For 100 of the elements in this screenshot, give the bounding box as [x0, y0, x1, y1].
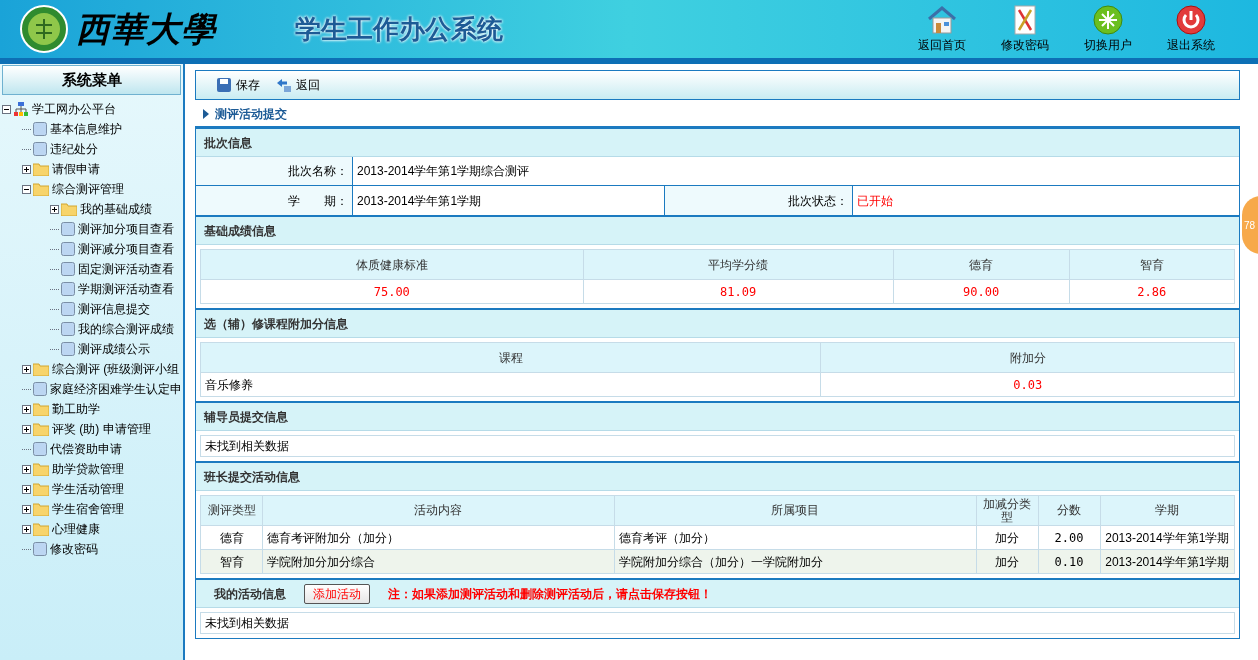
tree-item[interactable]: 我的综合测评成绩 — [78, 320, 174, 338]
tree-item[interactable]: 我的基础成绩 — [80, 200, 152, 218]
save-reminder-note: 注：如果添加测评活动和删除测评活动后，请点击保存按钮！ — [388, 585, 712, 603]
header-nav-button[interactable]: 返回首页 — [914, 4, 969, 54]
tree-item[interactable]: 助学贷款管理 — [52, 460, 124, 478]
tree-item[interactable]: 测评信息提交 — [78, 300, 150, 318]
table-cell: 0.03 — [820, 372, 1235, 397]
tree-item[interactable]: 学生宿舍管理 — [52, 500, 124, 518]
empty-message: 未找到相关数据 — [200, 612, 1235, 634]
folder-icon — [33, 362, 49, 376]
field-label: 批次状态： — [665, 186, 853, 215]
page-icon — [61, 222, 75, 236]
page-icon — [33, 442, 47, 456]
section-header: 辅导员提交信息 — [196, 401, 1239, 431]
tree-item[interactable]: 评奖 (助) 申请管理 — [52, 420, 151, 438]
page-icon — [33, 542, 47, 556]
back-arrow-icon — [276, 77, 292, 93]
table-cell: 2.00 — [1038, 525, 1101, 550]
tree-item[interactable]: 勤工助学 — [52, 400, 100, 418]
tree-item[interactable]: 请假申请 — [52, 160, 100, 178]
expand-toggle[interactable] — [22, 464, 31, 474]
page-icon — [33, 142, 47, 156]
section-header: 班长提交活动信息 — [196, 461, 1239, 491]
table-cell: 德育考评附加分（加分） — [262, 525, 615, 550]
field-label: 批次名称： — [196, 157, 353, 186]
column-header: 学期 — [1100, 495, 1235, 526]
table-cell: 德育考评（加分） — [614, 525, 976, 550]
folder-icon — [33, 422, 49, 436]
tree-item[interactable]: 代偿资助申请 — [50, 440, 122, 458]
page-icon — [33, 122, 47, 136]
page-icon — [61, 342, 75, 356]
tree-item[interactable]: 测评加分项目查看 — [78, 220, 174, 238]
page-icon — [61, 262, 75, 276]
header-nav-button[interactable]: 切换用户 — [1080, 4, 1135, 54]
page-icon — [61, 322, 75, 336]
field-label: 学 期： — [196, 186, 353, 215]
tree-item[interactable]: 家庭经济困难学生认定申 — [50, 380, 182, 398]
tree-item[interactable]: 测评减分项目查看 — [78, 240, 174, 258]
folder-icon — [33, 482, 49, 496]
expand-toggle[interactable] — [22, 424, 31, 434]
folder-icon — [33, 182, 49, 196]
folder-icon — [33, 462, 49, 476]
collapse-toggle[interactable] — [2, 104, 11, 114]
table-cell: 学院附加分加分综合 — [262, 549, 615, 574]
folder-icon — [61, 202, 77, 216]
triangle-icon — [203, 109, 209, 119]
page-icon — [61, 282, 75, 296]
page-icon — [61, 242, 75, 256]
column-header: 所属项目 — [614, 495, 976, 526]
tree-item[interactable]: 学期测评活动查看 — [78, 280, 174, 298]
tree-item[interactable]: 综合测评 (班级测评小组 — [52, 360, 180, 378]
add-activity-button[interactable]: 添加活动 — [304, 583, 370, 604]
tree-item[interactable]: 学生活动管理 — [52, 480, 124, 498]
save-button[interactable]: 保存 — [216, 76, 260, 94]
expand-toggle[interactable] — [22, 504, 31, 514]
tree-item[interactable]: 固定测评活动查看 — [78, 260, 174, 278]
burst-icon — [1091, 4, 1124, 36]
folder-icon — [33, 162, 49, 176]
tree-item[interactable]: 基本信息维护 — [50, 120, 122, 138]
header-nav-button[interactable]: 退出系统 — [1163, 4, 1218, 54]
column-header: 活动内容 — [262, 495, 615, 526]
collapse-toggle[interactable] — [22, 184, 31, 194]
folder-icon — [33, 502, 49, 516]
system-title: 学生工作办公系统 — [295, 12, 504, 46]
section-header: 选（辅）修课程附加分信息 — [196, 308, 1239, 338]
empty-message: 未找到相关数据 — [200, 435, 1235, 457]
table-cell: 音乐修养 — [200, 372, 821, 397]
page-icon — [33, 382, 47, 396]
column-header: 平均学分绩 — [583, 249, 894, 280]
expand-toggle[interactable] — [22, 524, 31, 534]
expand-toggle[interactable] — [22, 484, 31, 494]
table-cell: 德育 — [200, 525, 263, 550]
expand-toggle[interactable] — [22, 164, 31, 174]
tree-item[interactable]: 修改密码 — [50, 540, 98, 558]
folder-icon — [33, 402, 49, 416]
table-cell: 智育 — [200, 549, 263, 574]
table-cell: 90.00 — [893, 279, 1070, 304]
header-nav-button[interactable]: 修改密码 — [997, 4, 1052, 54]
column-header: 体质健康标准 — [200, 249, 584, 280]
column-header: 测评类型 — [200, 495, 263, 526]
section-header: 基础成绩信息 — [196, 215, 1239, 245]
tree-item[interactable]: 违纪处分 — [50, 140, 98, 158]
column-header: 德育 — [893, 249, 1070, 280]
expand-toggle[interactable] — [22, 404, 31, 414]
column-header: 附加分 — [820, 342, 1235, 373]
column-header: 加减分类型 — [976, 495, 1039, 526]
tree-item[interactable]: 测评成绩公示 — [78, 340, 150, 358]
table-cell: 2.86 — [1069, 279, 1235, 304]
expand-toggle[interactable] — [22, 364, 31, 374]
table-cell: 2013-2014学年第1学期 — [1100, 525, 1235, 550]
folder-icon — [33, 522, 49, 536]
back-button[interactable]: 返回 — [276, 76, 320, 94]
network-icon — [13, 101, 29, 117]
page-icon — [61, 302, 75, 316]
house-icon — [925, 4, 958, 36]
tree-item[interactable]: 心理健康 — [52, 520, 100, 538]
tree-item[interactable]: 综合测评管理 — [52, 180, 124, 198]
expand-toggle[interactable] — [50, 204, 59, 214]
university-logo-icon — [20, 5, 68, 53]
tree-item[interactable]: 学工网办公平台 — [32, 100, 116, 118]
